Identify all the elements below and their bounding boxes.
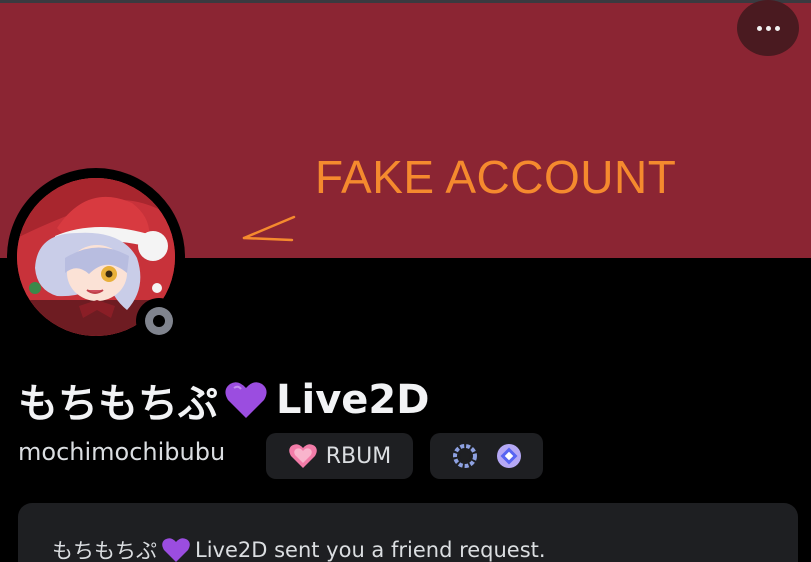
purple-heart-icon xyxy=(225,382,267,418)
display-name-suffix: Live2D xyxy=(276,377,430,423)
status-indicator xyxy=(136,298,182,344)
display-name-prefix: もちもちぷ xyxy=(18,381,218,427)
laurel-badge-icon[interactable] xyxy=(450,441,480,471)
purple-heart-icon xyxy=(162,538,190,562)
profile-badges xyxy=(430,433,543,479)
profile-popout: FAKE ACCOUNT もちもちぷ Live2D mochimochibubu… xyxy=(0,0,811,562)
server-tag-label: RBUM xyxy=(325,443,392,469)
friend-request-message: もちもちぷ Live2D sent you a friend request. xyxy=(52,535,546,562)
server-tag[interactable]: RBUM xyxy=(266,433,413,479)
friend-request-name: もちもちぷ xyxy=(52,539,157,562)
more-icon xyxy=(756,25,780,31)
friend-request-text: Live2D sent you a friend request. xyxy=(195,538,546,562)
offline-status-icon xyxy=(145,307,173,335)
more-options-button[interactable] xyxy=(737,0,799,56)
username: mochimochibubu xyxy=(18,438,226,466)
annotation-arrow-icon xyxy=(242,215,296,242)
fake-account-annotation: FAKE ACCOUNT xyxy=(315,151,677,203)
quest-badge-icon[interactable] xyxy=(494,441,524,471)
display-name: もちもちぷ Live2D xyxy=(18,370,429,430)
pink-heart-icon xyxy=(288,444,317,468)
